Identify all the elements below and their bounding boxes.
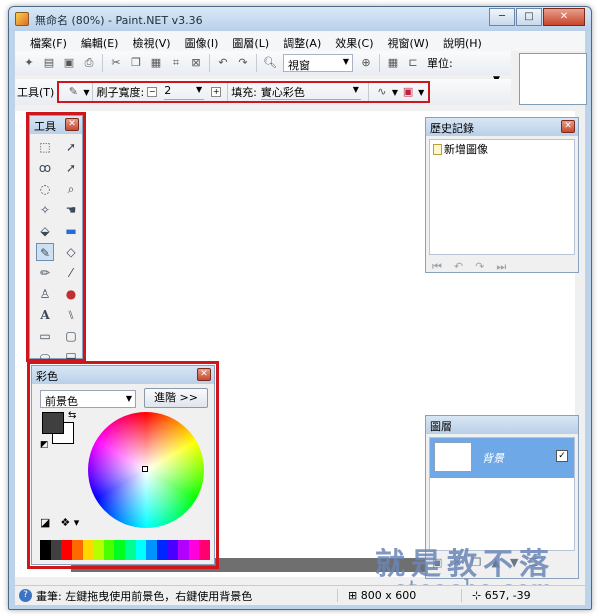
image-thumbnail[interactable] <box>519 53 587 105</box>
brush-width-label: 刷子寬度: <box>96 86 145 99</box>
rewind-icon[interactable]: ⏮ <box>432 260 442 274</box>
tool-options-highlight: ✎ ▼ 刷子寬度: − 2 ▼ + 填充: 實心彩色 ▼ ∿ ▼ ▣ ▼ <box>57 81 431 103</box>
history-list: 新增圖像 <box>429 139 575 255</box>
ruler-icon[interactable]: ⊏ <box>405 55 421 71</box>
paste-icon[interactable]: ▦ <box>148 55 164 71</box>
deselect-icon[interactable]: ⊠ <box>188 55 204 71</box>
zoom-select[interactable]: 視窗 ▼ <box>283 54 353 72</box>
redo-icon[interactable]: ↷ <box>475 260 484 274</box>
history-item[interactable]: 新增圖像 <box>430 140 574 158</box>
zoom-out-icon[interactable]: 🔍︎ <box>262 55 278 71</box>
close-icon[interactable]: ✕ <box>561 120 575 133</box>
chevron-down-icon: ▼ <box>352 85 359 94</box>
history-controls: ⏮ ↶ ↷ ⏭ <box>426 258 578 276</box>
layer-visibility-checkbox[interactable]: ✓ <box>556 450 568 462</box>
menu-adjustments[interactable]: 調整(A) <box>276 31 328 51</box>
menu-effects[interactable]: 效果(C) <box>328 31 380 51</box>
fill-value: 實心彩色 <box>260 86 305 99</box>
brush-width-increase-button[interactable]: + <box>211 87 222 97</box>
brush-width-value: 2 <box>164 84 172 97</box>
menu-edit[interactable]: 編輯(E) <box>74 31 126 51</box>
fill-label: 填充: <box>231 86 257 99</box>
menu-file[interactable]: 檔案(F) <box>23 31 74 51</box>
brush-icon[interactable]: ✎ <box>65 84 81 100</box>
layer-name: 背景 <box>482 452 504 465</box>
history-panel-title: 歷史記錄 <box>430 122 474 135</box>
cut-icon[interactable]: ✂ <box>108 55 124 71</box>
client-area: 檔案(F) 編輯(E) 檢視(V) 圖像(I) 圖層(L) 調整(A) 效果(C… <box>15 31 587 605</box>
minimize-button[interactable]: ─ <box>489 8 515 26</box>
status-image-size: ⊞ 800 x 600 <box>337 589 461 602</box>
toolbar-separator <box>92 83 94 101</box>
layers-panel-header[interactable]: 圖層 <box>426 416 578 434</box>
print-icon[interactable]: ⎙ <box>81 55 97 71</box>
menu-window[interactable]: 視窗(W) <box>381 31 436 51</box>
menu-image[interactable]: 圖像(I) <box>178 31 226 51</box>
fill-select[interactable]: 實心彩色 ▼ <box>260 84 361 100</box>
image-size-icon: ⊞ <box>348 589 361 602</box>
toolbar-separator <box>256 54 257 72</box>
history-item-label: 新增圖像 <box>444 143 488 156</box>
layer-list: 背景 ✓ <box>429 437 575 551</box>
status-help: ? 畫筆: 左鍵拖曳使用前景色，右鍵使用背景色 <box>15 588 337 604</box>
status-help-text: 畫筆: 左鍵拖曳使用前景色，右鍵使用背景色 <box>36 589 253 603</box>
main-toolbar: ✦ ▤ ▣ ⎙ ✂ ❐ ▦ ⌗ ⊠ ↶ ↷ 🔍︎ 視窗 ▼ ⊕ ▦ ⊏ 單位: <box>15 51 511 75</box>
layer-row[interactable]: 背景 ✓ <box>430 438 574 478</box>
window-title: 無命名 (80%) - Paint.NET v3.36 <box>35 14 203 27</box>
cursor-position-icon: ⊹ <box>472 589 485 602</box>
app-icon <box>15 12 29 26</box>
menu-bar: 檔案(F) 編輯(E) 檢視(V) 圖像(I) 圖層(L) 調整(A) 效果(C… <box>15 31 585 51</box>
toolbar-separator <box>379 54 380 72</box>
grid-icon[interactable]: ▦ <box>385 55 401 71</box>
chevron-down-icon[interactable]: ▼ <box>418 88 424 97</box>
help-icon[interactable]: ? <box>19 589 32 602</box>
antialiasing-icon[interactable]: ∿ <box>374 84 390 100</box>
brush-width-decrease-button[interactable]: − <box>147 87 158 97</box>
toolbar-separator <box>102 54 103 72</box>
menu-view[interactable]: 檢視(V) <box>125 31 177 51</box>
new-file-icon[interactable]: ✦ <box>21 55 37 71</box>
tools-highlight-frame <box>26 112 86 362</box>
tool-options-bar: 工具(T) ✎ ▼ 刷子寬度: − 2 ▼ + 填充: 實心彩色 ▼ ∿ ▼ ▣… <box>15 79 511 105</box>
colors-highlight-frame <box>27 361 219 569</box>
chevron-down-icon[interactable]: ▼ <box>392 88 398 97</box>
menu-layers[interactable]: 圖層(L) <box>225 31 276 51</box>
toolbar-separator <box>209 54 210 72</box>
history-panel: 歷史記錄 ✕ 新增圖像 ⏮ ↶ ↷ ⏭ <box>425 117 579 273</box>
chevron-down-icon: ▼ <box>196 85 203 94</box>
crop-icon[interactable]: ⌗ <box>168 55 184 71</box>
zoom-in-icon[interactable]: ⊕ <box>358 55 374 71</box>
chevron-down-icon[interactable]: ▼ <box>83 88 89 97</box>
cursor-position-text: 657, -39 <box>484 589 531 602</box>
primary-color-swatch[interactable] <box>42 412 64 434</box>
brush-width-select[interactable]: 2 ▼ <box>164 84 205 100</box>
layer-thumbnail <box>434 442 472 472</box>
app-window: 無命名 (80%) - Paint.NET v3.36 ─ □ ✕ 檔案(F) … <box>8 6 592 610</box>
status-bar: ? 畫筆: 左鍵拖曳使用前景色，右鍵使用背景色 ⊞ 800 x 600 ⊹ 65… <box>15 585 585 605</box>
copy-icon[interactable]: ❐ <box>128 55 144 71</box>
toolbar-separator <box>227 83 229 101</box>
history-panel-header[interactable]: 歷史記錄 ✕ <box>426 118 578 136</box>
blend-mode-icon[interactable]: ▣ <box>400 84 416 100</box>
open-folder-icon[interactable]: ▤ <box>41 55 57 71</box>
title-bar[interactable]: 無命名 (80%) - Paint.NET v3.36 ─ □ ✕ <box>9 7 591 31</box>
zoom-value: 視窗 <box>288 59 310 72</box>
toolbar-separator <box>367 83 369 101</box>
save-icon[interactable]: ▣ <box>61 55 77 71</box>
undo-icon[interactable]: ↶ <box>215 55 231 71</box>
close-button[interactable]: ✕ <box>543 8 585 26</box>
image-size-text: 800 x 600 <box>360 589 417 602</box>
undo-icon[interactable]: ↶ <box>454 260 463 274</box>
units-label: 單位: <box>427 57 453 70</box>
layers-panel-title: 圖層 <box>430 420 452 433</box>
fast-forward-icon[interactable]: ⏭ <box>496 260 506 274</box>
redo-icon[interactable]: ↷ <box>235 55 251 71</box>
document-icon <box>433 143 442 155</box>
maximize-button[interactable]: □ <box>516 8 542 26</box>
chevron-down-icon: ▼ <box>342 57 349 66</box>
menu-help[interactable]: 說明(H) <box>436 31 489 51</box>
status-cursor: ⊹ 657, -39 <box>461 589 585 602</box>
tool-menu-label[interactable]: 工具(T) <box>17 84 54 100</box>
